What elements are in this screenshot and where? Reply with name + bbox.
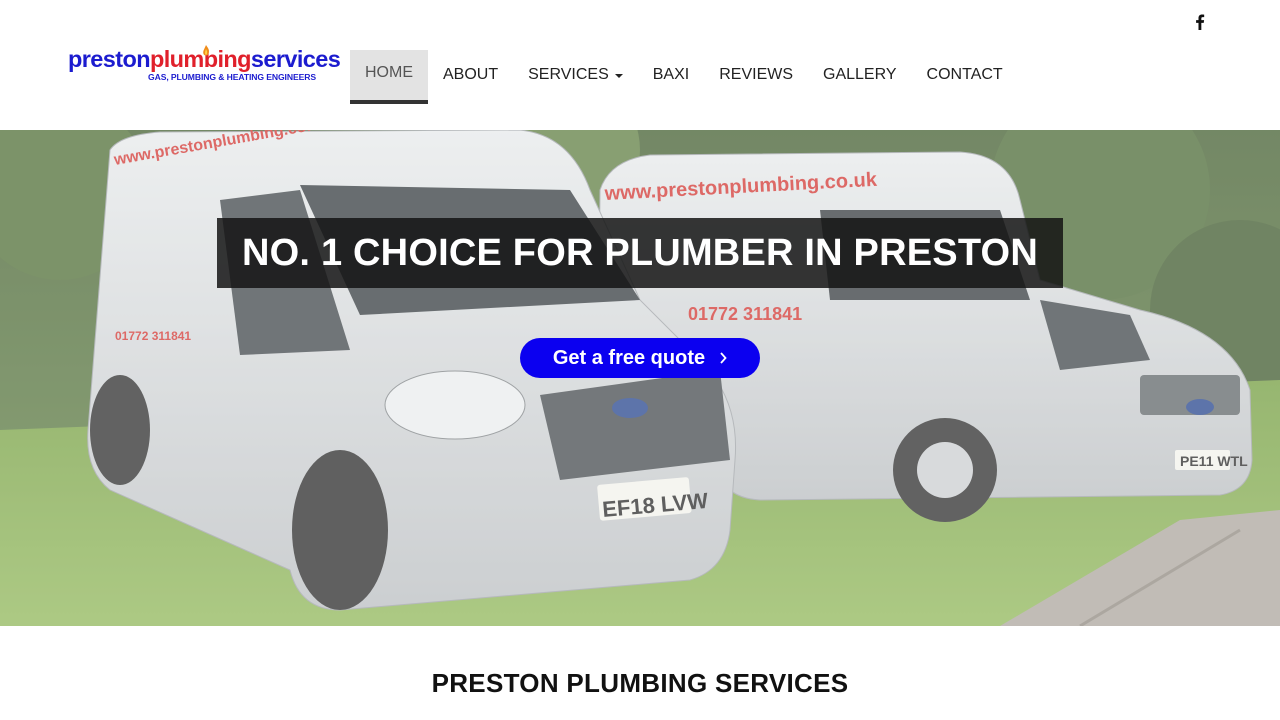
hero-overlay bbox=[0, 130, 1280, 626]
nav-services[interactable]: SERVICES bbox=[513, 50, 638, 100]
logo-text-services: services bbox=[250, 46, 341, 72]
logo-text-plumbing: plumbing bbox=[149, 46, 252, 72]
nav-contact-label: CONTACT bbox=[926, 66, 1003, 83]
nav-baxi[interactable]: BAXI bbox=[638, 50, 704, 100]
get-free-quote-button[interactable]: Get a free quote bbox=[520, 338, 760, 378]
logo-text-preston: preston bbox=[68, 46, 151, 72]
nav-about-label: ABOUT bbox=[443, 66, 499, 83]
nav-gallery-label: GALLERY bbox=[823, 66, 897, 83]
quote-button-label: Get a free quote bbox=[552, 346, 706, 369]
nav-home[interactable]: HOME bbox=[350, 50, 428, 104]
main-nav: HOME ABOUT SERVICES BAXI REVIEWS GALLERY… bbox=[350, 50, 1018, 104]
nav-reviews-label: REVIEWS bbox=[719, 66, 794, 83]
chevron-right-icon bbox=[719, 352, 727, 364]
nav-contact[interactable]: CONTACT bbox=[912, 50, 1018, 100]
section-heading: PRESTON PLUMBING SERVICES bbox=[431, 668, 849, 698]
flame-icon bbox=[203, 45, 210, 56]
nav-reviews[interactable]: REVIEWS bbox=[704, 50, 808, 100]
nav-baxi-label: BAXI bbox=[652, 66, 690, 83]
nav-about[interactable]: ABOUT bbox=[428, 50, 513, 100]
facebook-icon bbox=[1196, 14, 1205, 30]
nav-services-label: SERVICES bbox=[528, 66, 609, 83]
hero-title: NO. 1 CHOICE FOR PLUMBER IN PRESTON bbox=[217, 218, 1063, 288]
site-logo[interactable]: prestonplumbingservices GAS, PLUMBING & … bbox=[68, 44, 341, 86]
nav-gallery[interactable]: GALLERY bbox=[808, 50, 912, 100]
caret-down-icon bbox=[614, 74, 623, 78]
facebook-link[interactable] bbox=[1190, 11, 1210, 33]
nav-home-label: HOME bbox=[365, 64, 413, 81]
site-header: prestonplumbingservices GAS, PLUMBING & … bbox=[0, 0, 1280, 130]
logo-tagline: GAS, PLUMBING & HEATING ENGINEERS bbox=[148, 72, 316, 82]
hero-banner: PE11 WTL www.prestonplumbing.co.uk 01772… bbox=[0, 130, 1280, 626]
